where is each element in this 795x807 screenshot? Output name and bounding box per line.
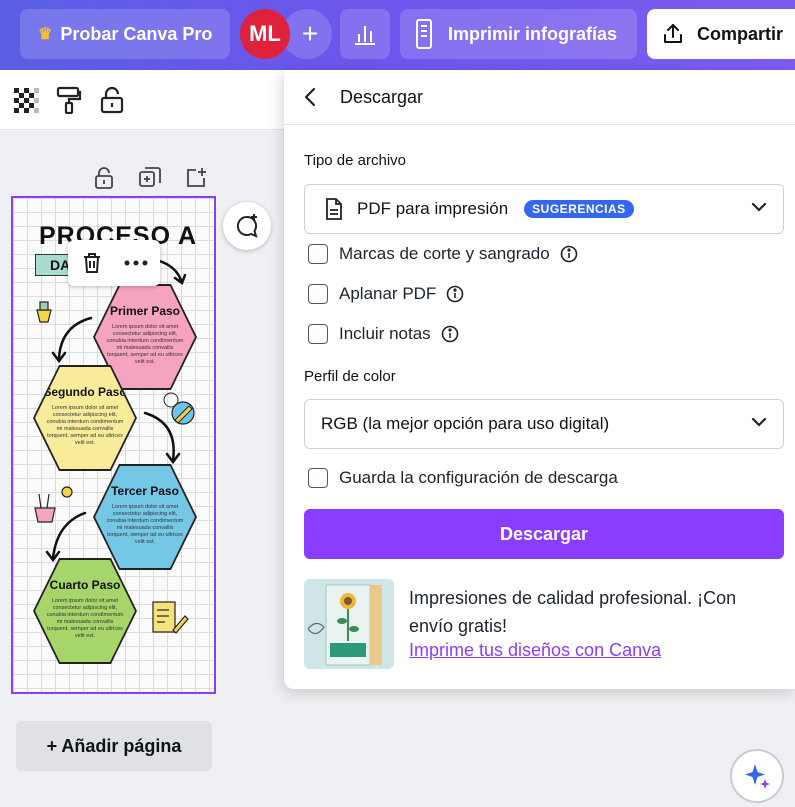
print-promo-image[interactable] — [304, 579, 394, 669]
step-title: Primer Paso — [109, 304, 181, 318]
add-comment-button[interactable] — [223, 202, 271, 250]
color-profile-label: Perfil de color — [304, 368, 396, 385]
promo-text: Impresiones de calidad profesional. ¡Con… — [409, 588, 737, 636]
top-bar: ♛ Probar Canva Pro + ML Imprimir infogra… — [0, 0, 795, 70]
step-title: Cuarto Paso — [49, 578, 121, 592]
page-lock-button[interactable] — [94, 166, 114, 190]
avatar[interactable]: ML — [240, 9, 290, 59]
option-label: Aplanar PDF — [339, 284, 437, 303]
comment-plus-icon — [236, 214, 258, 238]
more-options-icon[interactable] — [124, 260, 148, 266]
step-text: Lorem ipsum dolor sit amet consectetur a… — [46, 598, 124, 639]
crown-icon: ♛ — [38, 26, 53, 43]
option-label: Marcas de corte y sangrado — [339, 244, 550, 263]
share-button[interactable]: Compartir — [647, 9, 795, 59]
unlock-icon — [95, 167, 113, 189]
suggestion-badge: SUGERENCIAS — [524, 200, 634, 218]
include-notes-checkbox[interactable] — [308, 324, 328, 344]
sparkle-icon — [745, 764, 770, 789]
paint-roller-icon[interactable] — [56, 86, 82, 114]
add-page-button[interactable]: + Añadir página — [16, 721, 212, 771]
try-pro-label: Probar Canva Pro — [60, 23, 213, 44]
file-type-value: PDF para impresión — [357, 199, 509, 218]
print-product-icon — [414, 18, 434, 50]
info-icon[interactable] — [441, 325, 459, 343]
insights-button[interactable] — [340, 9, 390, 59]
trash-icon[interactable] — [82, 252, 102, 274]
print-infographics-button[interactable]: Imprimir infografías — [400, 9, 637, 59]
add-page-icon — [187, 168, 206, 187]
file-type-label: Tipo de archivo — [304, 152, 406, 169]
save-settings-checkbox[interactable] — [308, 468, 328, 488]
pencil-cup-icon — [34, 486, 73, 523]
plus-icon: + — [301, 18, 319, 49]
add-page-top-button[interactable] — [184, 166, 208, 190]
include-notes-option[interactable]: Incluir notas — [308, 324, 459, 344]
panel-header: Descargar — [284, 70, 795, 125]
checklist-icon — [152, 601, 189, 634]
print-label: Imprimir infografías — [448, 23, 618, 44]
step-title: Segundo Paso — [43, 385, 127, 399]
file-type-select[interactable]: PDF para impresión SUGERENCIAS — [304, 184, 784, 234]
bar-chart-icon — [355, 26, 375, 45]
share-label: Compartir — [697, 23, 784, 44]
share-upload-icon — [661, 22, 685, 46]
duplicate-icon — [139, 167, 161, 187]
back-icon[interactable] — [304, 87, 324, 107]
chevron-down-icon — [751, 417, 767, 427]
step-text: Lorem ipsum dolor sit amet consectetur a… — [106, 504, 184, 545]
element-toolbar — [68, 240, 160, 286]
download-panel: Descargar Tipo de archivo PDF para impre… — [284, 70, 795, 689]
color-profile-value: RGB (la mejor opción para uso digital) — [321, 414, 610, 433]
lock-icon[interactable] — [100, 86, 124, 114]
crop-marks-option[interactable]: Marcas de corte y sangrado — [308, 244, 578, 264]
download-button[interactable]: Descargar — [304, 509, 784, 559]
step-title: Tercer Paso — [111, 484, 179, 498]
lightbulb-icon — [36, 301, 52, 323]
info-icon[interactable] — [560, 245, 578, 263]
save-settings-label: Guarda la configuración de descarga — [339, 468, 618, 487]
save-settings-option[interactable]: Guarda la configuración de descarga — [308, 468, 618, 488]
editor-toolbar — [0, 70, 300, 130]
document-icon — [325, 197, 343, 221]
panel-title: Descargar — [340, 86, 424, 107]
info-icon[interactable] — [446, 285, 464, 303]
transparency-icon[interactable] — [14, 88, 40, 114]
magic-assistant-button[interactable] — [730, 749, 784, 803]
duplicate-page-button[interactable] — [138, 166, 162, 190]
step-text: Lorem ipsum dolor sit amet consectetur a… — [46, 405, 124, 446]
option-label: Incluir notas — [339, 324, 431, 343]
try-canva-pro-button[interactable]: ♛ Probar Canva Pro — [20, 9, 230, 59]
flatten-pdf-option[interactable]: Aplanar PDF — [308, 284, 464, 304]
print-designs-link[interactable]: Imprime tus diseños con Canva — [409, 640, 661, 661]
pencil-icon — [163, 392, 195, 425]
color-profile-select[interactable]: RGB (la mejor opción para uso digital) — [304, 399, 784, 449]
flatten-pdf-checkbox[interactable] — [308, 284, 328, 304]
crop-marks-checkbox[interactable] — [308, 244, 328, 264]
step-text: Lorem ipsum dolor sit amet consectetur a… — [106, 324, 184, 365]
chevron-down-icon — [751, 202, 767, 212]
